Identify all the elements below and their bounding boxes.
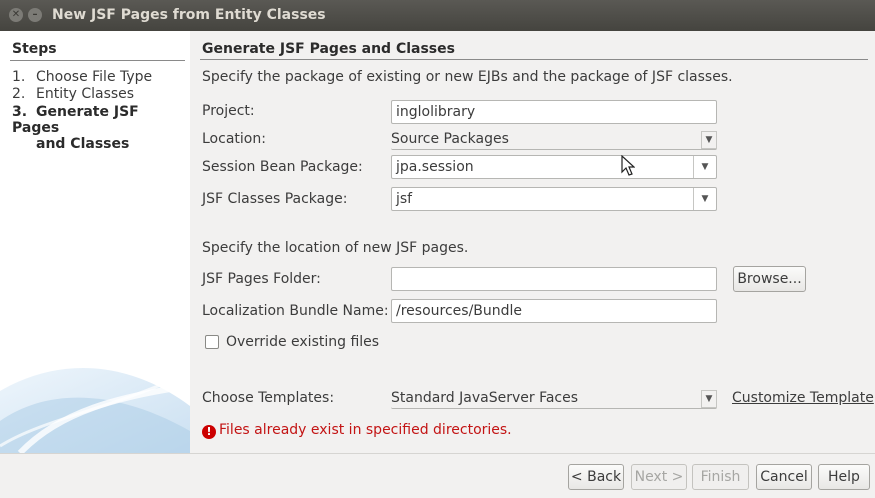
- close-window-button[interactable]: ✕: [9, 8, 23, 22]
- help-button[interactable]: Help: [818, 464, 870, 490]
- decorative-swoosh: [0, 368, 190, 453]
- project-label: Project:: [202, 103, 255, 119]
- step-generate-jsf-pages: 3. Generate JSF Pages and Classes: [12, 104, 190, 152]
- templates-label: Choose Templates:: [202, 390, 335, 406]
- customize-template-link[interactable]: Customize Template: [732, 390, 874, 406]
- step-label: Choose File Type: [36, 69, 153, 85]
- location-select[interactable]: Source Packages ▼: [391, 130, 717, 150]
- title-bar: ✕ – New JSF Pages from Entity Classes: [0, 0, 875, 31]
- override-label[interactable]: Override existing files: [226, 334, 379, 350]
- browse-button[interactable]: Browse...: [733, 266, 806, 292]
- finish-button[interactable]: Finish: [692, 464, 749, 490]
- pages-description: Specify the location of new JSF pages.: [202, 240, 469, 256]
- session-bean-value: jpa.session: [396, 159, 474, 175]
- step-number: 2.: [12, 86, 26, 102]
- step-label-continuation: and Classes: [36, 136, 130, 152]
- cancel-button[interactable]: Cancel: [756, 464, 812, 490]
- error-text: Files already exist in specified directo…: [219, 422, 512, 438]
- chevron-down-icon[interactable]: ▼: [693, 156, 716, 178]
- location-value: Source Packages: [391, 131, 509, 147]
- window-title: New JSF Pages from Entity Classes: [52, 7, 326, 23]
- chevron-down-icon[interactable]: ▼: [693, 188, 716, 210]
- panel-heading: Generate JSF Pages and Classes: [202, 41, 455, 57]
- next-button[interactable]: Next >: [631, 464, 687, 490]
- step-entity-classes: 2. Entity Classes: [12, 86, 134, 102]
- templates-select[interactable]: Standard JavaServer Faces ▼: [391, 389, 717, 409]
- button-bar: < Back Next > Finish Cancel Help: [0, 453, 875, 498]
- minimize-window-button[interactable]: –: [28, 8, 42, 22]
- session-bean-select[interactable]: jpa.session ▼: [391, 155, 717, 179]
- steps-title: Steps: [12, 41, 57, 57]
- templates-value: Standard JavaServer Faces: [391, 390, 579, 406]
- pages-folder-label: JSF Pages Folder:: [202, 271, 321, 287]
- jsf-classes-select[interactable]: jsf ▼: [391, 187, 717, 211]
- session-bean-label: Session Bean Package:: [202, 159, 363, 175]
- location-label: Location:: [202, 131, 266, 147]
- step-label: Entity Classes: [36, 86, 135, 102]
- pages-folder-field[interactable]: [391, 267, 717, 291]
- error-message: ! Files already exist in specified direct…: [202, 422, 512, 439]
- heading-divider: [200, 59, 868, 60]
- main-panel: Generate JSF Pages and Classes Specify t…: [190, 31, 875, 453]
- bundle-label: Localization Bundle Name:: [202, 303, 389, 319]
- back-button[interactable]: < Back: [568, 464, 624, 490]
- chevron-down-icon[interactable]: ▼: [701, 390, 717, 408]
- project-field[interactable]: inglolibrary: [391, 100, 717, 124]
- step-number: 1.: [12, 69, 26, 85]
- package-description: Specify the package of existing or new E…: [202, 69, 733, 85]
- jsf-classes-value: jsf: [396, 191, 413, 207]
- chevron-down-icon[interactable]: ▼: [701, 131, 717, 149]
- error-icon: !: [202, 425, 216, 439]
- step-choose-file-type: 1. Choose File Type: [12, 69, 152, 85]
- step-number: 3.: [12, 104, 28, 120]
- steps-panel: Steps 1. Choose File Type 2. Entity Classe…: [0, 31, 190, 453]
- mouse-cursor-icon: [621, 155, 635, 176]
- bundle-field[interactable]: /resources/Bundle: [391, 299, 717, 323]
- jsf-classes-label: JSF Classes Package:: [202, 191, 348, 207]
- steps-divider: [10, 60, 185, 61]
- override-checkbox[interactable]: [205, 335, 219, 349]
